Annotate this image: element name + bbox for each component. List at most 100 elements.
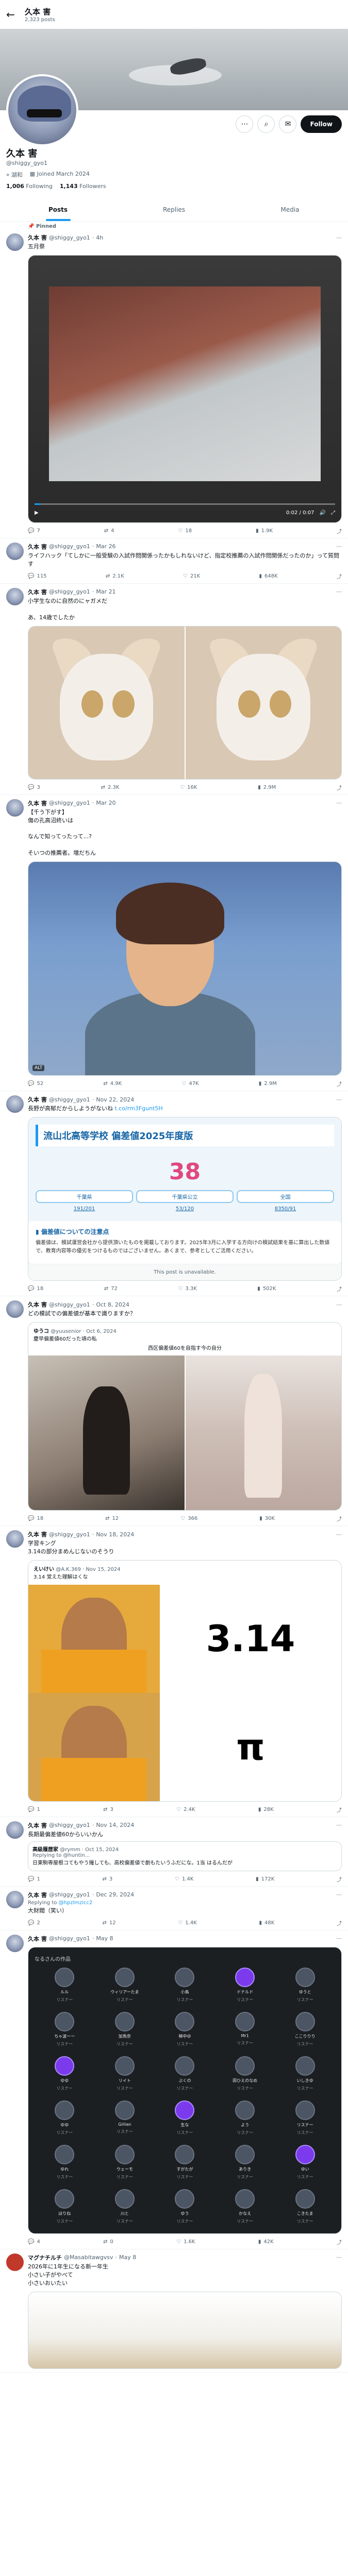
post-handle[interactable]: @shiggy_gyo1 [49,800,90,806]
avatar[interactable] [6,542,24,560]
quote-author[interactable]: ゆうコ [34,1329,49,1334]
repost-button[interactable]: ⇄ 3 [103,1875,113,1883]
post-author[interactable]: 久本 害 [28,1891,47,1899]
repost-button[interactable]: ⇄ 4 [104,527,114,535]
reply-target-link[interactable]: @hpzlmzicc2 [59,1900,93,1906]
views-count[interactable]: ▮ 648K [259,572,278,580]
post[interactable]: 久本 害 @shiggy_gyo1 · Nov 22, 2024 ⋯ 長野が高郁だからし… [0,1091,348,1297]
avatar[interactable] [6,1300,24,1318]
views-count[interactable]: ▮ 42K [258,2238,274,2246]
post-time[interactable]: Mar 20 [96,800,115,806]
more-icon[interactable]: ⋯ [336,1935,342,1942]
avatar[interactable] [6,1095,24,1113]
views-count[interactable]: ▮ 1.9K [256,527,273,535]
quote-time[interactable]: Oct 15, 2024 [85,1847,119,1853]
share-icon[interactable]: ⤴ [337,1875,342,1883]
post-author[interactable]: マグナチルチ [28,2253,62,2262]
quoted-post[interactable]: ゆうコ @yuusenior · Oct 6, 2024 慶早偏差値60だった頃… [28,1322,342,1511]
post-image[interactable] [185,1355,341,1511]
like-button[interactable]: ♡ 366 [180,1515,197,1522]
post[interactable]: 久本 害 @shiggy_gyo1 · Mar 21 ⋯ 小学生なのに自然のにャガメだ … [0,584,348,795]
post-author[interactable]: 久本 害 [28,1300,47,1309]
post-author[interactable]: 久本 害 [28,1530,47,1538]
quote-handle[interactable]: @yuusenior [51,1329,81,1334]
post-handle[interactable]: @Masabitawgvsv [64,2254,113,2261]
like-button[interactable]: ♡ 21K [183,572,200,580]
avatar[interactable] [6,1821,24,1839]
share-icon[interactable]: ⤴ [337,1515,342,1522]
avatar[interactable] [6,2253,24,2271]
avatar[interactable] [6,1890,24,1908]
repost-button[interactable]: ⇄ 12 [105,1515,119,1522]
follow-button[interactable]: Follow [301,115,342,133]
post-handle[interactable]: @shiggy_gyo1 [49,588,90,595]
repost-button[interactable]: ⇄ 4.9K [103,1080,122,1088]
reply-button[interactable]: 💬 2 [28,1919,40,1927]
avatar[interactable] [6,799,24,817]
like-button[interactable]: ♡ 1.4K [175,1875,193,1883]
repost-button[interactable]: ⇄ 72 [104,1285,118,1293]
reply-button[interactable]: 💬 18 [28,1285,43,1293]
post-handle[interactable]: @shiggy_gyo1 [49,1531,90,1538]
views-count[interactable]: ▮ 28K [258,1806,274,1814]
following-count[interactable]: 1,006 Following [6,183,53,190]
more-options-icon[interactable]: ⋯ [236,115,254,133]
quote-handle[interactable]: @A.K.369 [56,1567,81,1572]
post[interactable]: 久本 害 @shiggy_gyo1 · Nov 18, 2024 ⋯ 学習キング 3.1… [0,1526,348,1817]
reply-button[interactable]: 💬 18 [28,1515,43,1522]
share-icon[interactable]: ⤴ [337,572,342,580]
more-icon[interactable]: ⋯ [336,1301,342,1308]
views-count[interactable]: ▮ 502K [257,1285,276,1293]
more-icon[interactable]: ⋯ [336,1891,342,1898]
post-image-grid[interactable] [28,625,342,779]
like-button[interactable]: ♡ 3.3K [178,1285,196,1293]
share-icon[interactable]: ⤴ [337,1806,342,1814]
like-button[interactable]: ♡ 2.4K [176,1806,195,1814]
post-author[interactable]: 久本 害 [28,1935,47,1943]
post-handle[interactable]: @shiggy_gyo1 [49,1096,90,1103]
more-icon[interactable]: ⋯ [336,800,342,806]
reply-button[interactable]: 💬 3 [28,784,40,791]
reply-button[interactable]: 💬 52 [28,1080,43,1088]
reply-button[interactable]: 💬 115 [28,572,47,580]
reply-button[interactable]: 💬 7 [28,527,40,535]
post[interactable]: 久本 害 @shiggy_gyo1 · Nov 14, 2024 ⋯ 長期最偏差値60か… [0,1817,348,1887]
more-icon[interactable]: ⋯ [336,1822,342,1828]
like-button[interactable]: ♡ 1.4K [178,1919,196,1927]
post-time[interactable]: Mar 26 [96,543,115,550]
like-button[interactable]: ♡ 1.6K [176,2238,195,2246]
tab-posts[interactable]: Posts [0,198,116,221]
quote-author[interactable]: えいけい [34,1567,54,1572]
post[interactable]: 久本 害 @shiggy_gyo1 · Mar 26 ⋯ ライフハック「てしかに一般受験… [0,538,348,584]
post[interactable]: マグナチルチ @Masabitawgvsv · May 8 ⋯ 2026年に1年生になる… [0,2249,348,2372]
meme-image[interactable]: 3.14 π [28,1584,341,1801]
like-button[interactable]: ♡ 47K [181,1080,198,1088]
share-icon[interactable]: ⤴ [337,1285,342,1293]
share-icon[interactable]: ⤴ [337,784,342,791]
search-icon[interactable]: ⌕ [257,115,275,133]
post-time[interactable]: Dec 29, 2024 [96,1891,134,1898]
repost-button[interactable]: ⇄ 2.1K [106,572,124,580]
post[interactable]: 久本 害 @shiggy_gyo1 · Mar 20 ⋯ 【千う下がす】 傷の孔高沼終い… [0,795,348,1092]
post-time[interactable]: Oct 8, 2024 [96,1301,129,1308]
alt-badge[interactable]: ALT [32,1065,45,1072]
back-arrow-icon[interactable]: ← [6,8,16,21]
post-time[interactable]: Nov 18, 2024 [96,1531,134,1538]
post-time[interactable]: May 8 [96,1935,113,1942]
fullscreen-icon[interactable]: ⤢ [331,510,335,516]
views-count[interactable]: ▮ 172K [256,1875,274,1883]
post-video[interactable]: ▶ 0:02 / 0:07 🔊 ⤢ [28,255,342,523]
post-handle[interactable]: @shiggy_gyo1 [49,234,90,241]
post-author[interactable]: 久本 害 [28,233,47,242]
post-handle[interactable]: @shiggy_gyo1 [49,1822,90,1828]
more-icon[interactable]: ⋯ [336,543,342,550]
more-icon[interactable]: ⋯ [336,2254,342,2261]
post-time[interactable]: 4h [96,234,103,241]
quote-time[interactable]: Oct 6, 2024 [86,1329,117,1334]
post-image[interactable]: なるさんの作品 ルル リスナー ウィリアーたま リスナー 小鳥 リスナー ドナルド リスナーゆ… [28,1946,342,2234]
post-time[interactable]: May 8 [119,2254,136,2261]
play-icon[interactable]: ▶ [35,510,39,516]
more-icon[interactable]: ⋯ [336,588,342,595]
share-icon[interactable]: ⤴ [337,2238,342,2246]
post-image[interactable] [28,2291,342,2369]
